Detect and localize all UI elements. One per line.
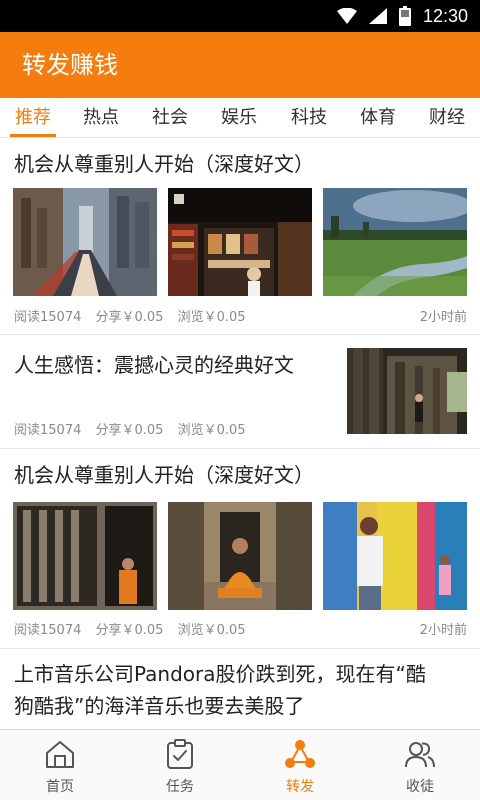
article-card[interactable]: 机会从尊重别人开始（深度好文） 阅读15074 分享￥0.05 浏览￥0.05 …: [0, 138, 480, 335]
article-meta: 阅读15074 分享￥0.05 浏览￥0.05: [14, 619, 256, 638]
nav-apprentice[interactable]: 收徒: [360, 730, 480, 800]
share-reward: 分享￥0.05: [95, 310, 164, 325]
article-title-line-2[interactable]: 狗酷我”的海洋音乐也要去美股了: [14, 690, 304, 722]
colorful-doors-image[interactable]: [323, 502, 467, 610]
article-card[interactable]: 机会从尊重别人开始（深度好文） 阅读15074 分享￥0.05 浏览￥0.05 …: [0, 449, 480, 649]
browse-reward: 浏览￥0.05: [177, 623, 246, 638]
share-reward: 分享￥0.05: [95, 423, 164, 438]
clock: 12:30: [422, 5, 468, 26]
monk-sitting-image[interactable]: [168, 502, 312, 610]
status-bar: 12:30: [0, 0, 480, 32]
nav-task[interactable]: 任务: [120, 730, 240, 800]
task-icon: [167, 739, 193, 769]
app-bar: 转发赚钱: [0, 32, 480, 98]
nav-home[interactable]: 首页: [0, 730, 120, 800]
users-icon: [405, 742, 435, 768]
article-feed[interactable]: 机会从尊重别人开始（深度好文） 阅读15074 分享￥0.05 浏览￥0.05 …: [0, 138, 480, 729]
app-title: 转发赚钱: [22, 51, 118, 79]
meadow-landscape-image[interactable]: [323, 188, 467, 296]
battery-icon: [398, 6, 411, 26]
read-count: 阅读15074: [14, 310, 82, 325]
share-icon: [285, 740, 315, 768]
article-meta: 阅读15074 分享￥0.05 浏览￥0.05: [14, 419, 256, 438]
category-tabs: 推荐 热点 社会 娱乐 科技 体育 财经: [0, 98, 480, 138]
bookstore-image[interactable]: [168, 188, 312, 296]
tab-recommend[interactable]: 推荐: [6, 98, 60, 138]
city-street-image[interactable]: [13, 188, 157, 296]
browse-reward: 浏览￥0.05: [177, 423, 246, 438]
article-title[interactable]: 人生感悟：震撼心灵的经典好文: [14, 349, 294, 381]
read-count: 阅读15074: [14, 623, 82, 638]
home-icon: [46, 741, 74, 768]
wifi-icon: [336, 8, 357, 24]
tab-society[interactable]: 社会: [143, 98, 197, 138]
read-count: 阅读15074: [14, 423, 82, 438]
monk-window-image[interactable]: [13, 502, 157, 610]
tab-sports[interactable]: 体育: [351, 98, 405, 138]
post-time: 2小时前: [419, 623, 467, 638]
post-time: 2小时前: [419, 310, 467, 325]
nav-home-label: 首页: [46, 779, 74, 795]
bottom-nav: 首页 任务 转发 收徒: [0, 729, 480, 800]
nav-apprentice-label: 收徒: [406, 779, 434, 795]
temple-corridor-image[interactable]: [347, 348, 467, 434]
signal-icon: [368, 8, 387, 24]
share-reward: 分享￥0.05: [95, 623, 164, 638]
tab-entertainment[interactable]: 娱乐: [212, 98, 266, 138]
article-card[interactable]: 上市音乐公司Pandora股价跌到死，现在有“酷 狗酷我”的海洋音乐也要去美股了: [0, 649, 480, 729]
article-images: [13, 188, 467, 296]
tab-finance[interactable]: 财经: [420, 98, 474, 138]
nav-share[interactable]: 转发: [240, 730, 360, 800]
browse-reward: 浏览￥0.05: [177, 310, 246, 325]
article-title[interactable]: 机会从尊重别人开始（深度好文）: [14, 459, 314, 491]
article-images: [13, 502, 467, 610]
article-meta: 阅读15074 分享￥0.05 浏览￥0.05: [14, 306, 256, 325]
tab-tech[interactable]: 科技: [282, 98, 336, 138]
nav-task-label: 任务: [166, 779, 194, 795]
active-tab-indicator: [10, 134, 56, 137]
tab-hot[interactable]: 热点: [74, 98, 128, 138]
article-title-line-1[interactable]: 上市音乐公司Pandora股价跌到死，现在有“酷: [14, 658, 426, 690]
article-card[interactable]: 人生感悟：震撼心灵的经典好文 阅读15074 分享￥0.05 浏览￥0.05: [0, 335, 480, 449]
nav-share-label: 转发: [286, 779, 314, 795]
article-title[interactable]: 机会从尊重别人开始（深度好文）: [14, 148, 314, 180]
